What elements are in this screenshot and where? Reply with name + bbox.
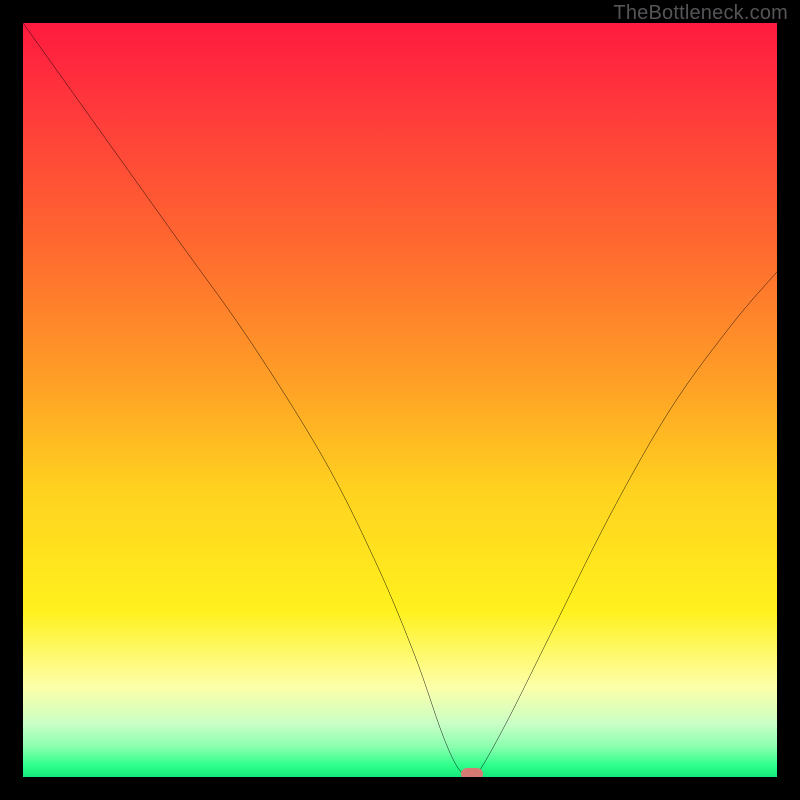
- watermark-text: TheBottleneck.com: [613, 2, 788, 25]
- chart-frame: TheBottleneck.com: [0, 0, 800, 800]
- plot-area: [23, 23, 777, 777]
- bottleneck-curve: [23, 23, 777, 777]
- optimal-point-marker: [461, 768, 483, 777]
